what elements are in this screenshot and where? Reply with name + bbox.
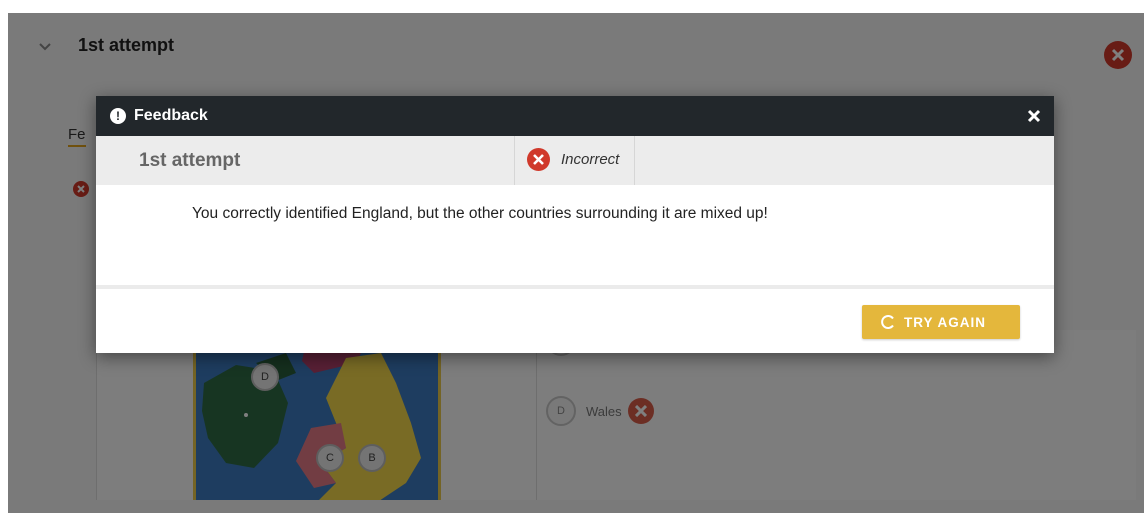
attempt-label: 1st attempt [139, 150, 241, 171]
incorrect-icon [527, 148, 550, 171]
modal-titlebar: ! Feedback [96, 96, 1054, 136]
feedback-message: You correctly identified England, but th… [192, 205, 768, 222]
close-icon[interactable] [1026, 108, 1042, 124]
status-text: Incorrect [561, 151, 620, 168]
modal-title: Feedback [134, 107, 208, 124]
divider [96, 285, 1054, 289]
try-again-label: TRY AGAIN [904, 315, 987, 330]
try-again-button[interactable]: TRY AGAIN [862, 305, 1020, 339]
status-badge: Incorrect [514, 136, 635, 185]
refresh-icon [881, 315, 894, 329]
alert-icon: ! [110, 108, 126, 124]
status-bar: 1st attempt Incorrect [96, 136, 1054, 185]
feedback-modal: ! Feedback 1st attempt Incorrect You cor… [96, 96, 1054, 353]
